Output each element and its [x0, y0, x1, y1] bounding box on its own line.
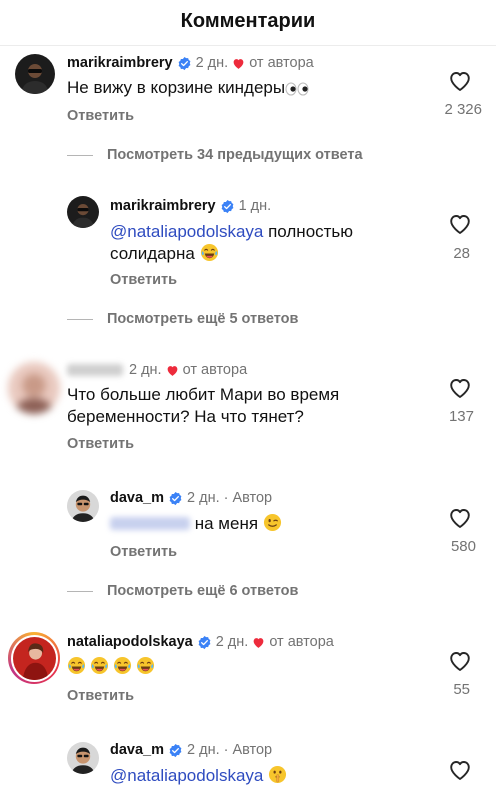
comment-text-line2: солидарна [110, 244, 195, 263]
laugh-emoji-icon [90, 656, 109, 675]
comment-time: 1 дн. [238, 198, 272, 214]
comment-username[interactable]: dava_m [110, 742, 164, 758]
comment-text-body: Не вижу в корзине киндеры [67, 78, 286, 97]
heart-red-icon [232, 57, 245, 70]
like-count: 2 326 [444, 101, 482, 118]
heart-outline-icon [448, 759, 472, 781]
like-button[interactable] [428, 650, 492, 672]
comments-header: Комментарии [0, 0, 496, 46]
mention-link[interactable]: @nataliapodolskaya [110, 766, 263, 785]
comment-text: Что больше любит Мари во время беременно… [67, 384, 339, 428]
comment-username[interactable] [67, 364, 123, 376]
view-replies-label: Посмотреть ещё 6 ответов [107, 583, 299, 599]
verified-icon [168, 491, 183, 506]
comment-text-body: на меня [194, 514, 259, 533]
comment-text-body: Что больше любит Мари во время [67, 385, 340, 404]
laugh-emoji-icon [113, 656, 132, 675]
thread-divider [67, 318, 93, 320]
author-label: Автор [232, 742, 273, 758]
reply-button[interactable]: Ответить [67, 688, 134, 704]
author-like-label: от автора [249, 55, 314, 71]
verified-icon [197, 635, 212, 650]
like-count: 28 [453, 245, 470, 262]
comment-time: 2 дн. [187, 490, 220, 506]
comment-time: 2 дн. [195, 55, 229, 71]
comment-text: Не вижу в корзине киндеры [67, 77, 309, 99]
avatar-story-ring[interactable] [8, 632, 60, 684]
reply-button[interactable]: Ответить [110, 272, 177, 288]
comment-time: 2 дн. [215, 634, 249, 650]
heart-outline-icon [448, 213, 472, 235]
author-like-label: от автора [269, 634, 334, 650]
avatar[interactable] [67, 490, 99, 522]
avatar[interactable] [8, 362, 60, 414]
wink-emoji-icon [263, 513, 282, 532]
shushing-face-emoji-icon [268, 765, 287, 784]
reply-button[interactable]: Ответить [110, 544, 177, 560]
view-replies-label: Посмотреть 34 предыдущих ответа [107, 147, 363, 163]
heart-outline-icon [448, 507, 472, 529]
author-like-label: от автора [182, 362, 248, 378]
heart-red-icon [166, 364, 179, 377]
eyes-emoji-icon [285, 82, 309, 96]
thread-divider [67, 154, 93, 156]
like-button[interactable] [428, 759, 492, 781]
verified-icon [168, 743, 183, 758]
avatar[interactable] [67, 196, 99, 228]
avatar[interactable] [15, 54, 55, 94]
view-replies-label: Посмотреть ещё 5 ответов [107, 311, 299, 327]
reply-button[interactable]: Ответить [67, 108, 134, 124]
view-replies-button[interactable]: Посмотреть ещё 5 ответов [67, 311, 298, 327]
like-button[interactable] [428, 507, 492, 529]
comment-username[interactable]: marikraimbrery [67, 55, 173, 71]
comment-text-body: полностью [268, 222, 354, 241]
heart-outline-icon [448, 70, 472, 92]
separator-dot: · [223, 742, 229, 758]
comment-meta: dava_m 2 дн. · Автор [110, 490, 272, 506]
comment-time: 2 дн. [129, 362, 162, 378]
heart-outline-icon [448, 650, 472, 672]
comment-meta: dava_m 2 дн. · Автор [110, 742, 272, 758]
comment-meta: marikraimbrery 2 дн. от автора [67, 55, 314, 71]
comment-text: на меня [110, 513, 282, 535]
comment-username[interactable]: marikraimbrery [110, 198, 216, 214]
comment-text [67, 656, 155, 678]
view-replies-button[interactable]: Посмотреть ещё 6 ответов [67, 583, 298, 599]
author-label: Автор [232, 490, 273, 506]
blurred-mention [110, 517, 190, 530]
view-replies-button[interactable]: Посмотреть 34 предыдущих ответа [67, 147, 363, 163]
verified-icon [220, 199, 235, 214]
comment-meta: 2 дн. от автора [67, 362, 247, 378]
reply-button[interactable]: Ответить [67, 436, 134, 452]
separator-dot: · [223, 490, 229, 506]
avatar[interactable] [67, 742, 99, 774]
like-count: 580 [450, 538, 476, 555]
like-count: 137 [448, 408, 474, 425]
heart-outline-icon [448, 377, 472, 399]
laugh-emoji-icon [136, 656, 155, 675]
comment-text: @nataliapodolskaya полностью солидарна [110, 221, 353, 265]
laugh-emoji-icon [67, 656, 86, 675]
comment-username[interactable]: dava_m [110, 490, 164, 506]
laugh-emoji-icon [200, 243, 219, 262]
comment-text: @nataliapodolskaya [110, 765, 287, 787]
like-button[interactable] [428, 70, 492, 92]
page-title: Комментарии [180, 10, 316, 32]
verified-icon [177, 56, 192, 71]
comment-username[interactable]: nataliapodolskaya [67, 634, 193, 650]
comment-time: 2 дн. [187, 742, 220, 758]
like-button[interactable] [428, 377, 492, 399]
like-count: 55 [453, 681, 470, 698]
thread-divider [67, 590, 93, 592]
mention-link[interactable]: @nataliapodolskaya [110, 222, 263, 241]
comment-meta: marikraimbrery 1 дн. [110, 198, 271, 214]
like-button[interactable] [428, 213, 492, 235]
comment-meta: nataliapodolskaya 2 дн. от автора [67, 634, 334, 650]
heart-red-icon [252, 636, 265, 649]
comment-text-line2: беременности? На что тянет? [67, 407, 304, 426]
